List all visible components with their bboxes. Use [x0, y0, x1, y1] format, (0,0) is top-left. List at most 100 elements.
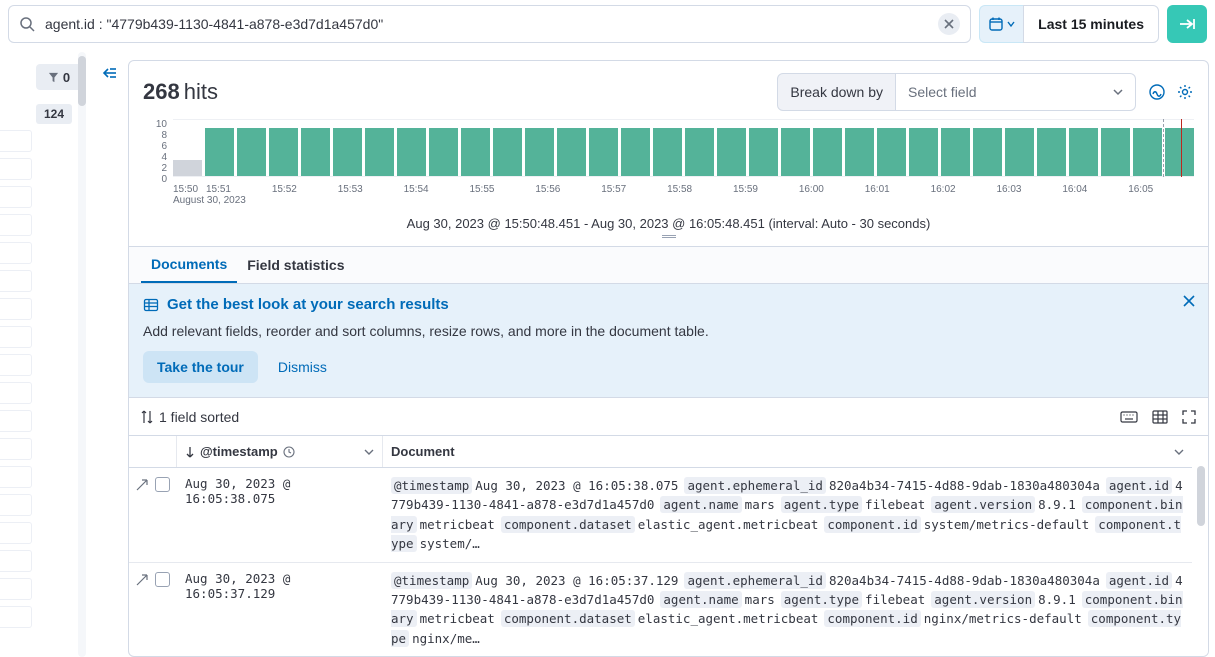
- field-key[interactable]: agent.type: [781, 496, 862, 513]
- field-item[interactable]: [0, 130, 32, 152]
- resize-handle[interactable]: [662, 235, 676, 240]
- histogram-bar[interactable]: [621, 128, 650, 176]
- breakdown-select[interactable]: Select field: [896, 73, 1136, 111]
- expand-row-button[interactable]: [135, 478, 149, 492]
- field-item[interactable]: [0, 382, 32, 404]
- close-callout-button[interactable]: [1182, 294, 1196, 308]
- settings-button[interactable]: [1176, 83, 1194, 101]
- take-tour-button[interactable]: Take the tour: [143, 351, 258, 383]
- field-item[interactable]: [0, 494, 32, 516]
- histogram-bar[interactable]: [173, 160, 202, 176]
- histogram-bar[interactable]: [557, 128, 586, 176]
- histogram-bar[interactable]: [1069, 128, 1098, 176]
- field-key[interactable]: agent.ephemeral_id: [684, 572, 825, 589]
- field-key[interactable]: agent.name: [660, 496, 741, 513]
- filter-chip[interactable]: 0: [36, 64, 82, 90]
- field-key[interactable]: component.id: [824, 516, 920, 533]
- field-item[interactable]: [0, 158, 32, 180]
- field-key[interactable]: component.id: [824, 610, 920, 627]
- histogram-bar[interactable]: [941, 128, 970, 176]
- field-key[interactable]: agent.name: [660, 591, 741, 608]
- field-item[interactable]: [0, 438, 32, 460]
- field-key[interactable]: component.dataset: [501, 516, 635, 533]
- field-item[interactable]: [0, 326, 32, 348]
- field-item[interactable]: [0, 466, 32, 488]
- histogram-bar[interactable]: [1037, 128, 1066, 176]
- expand-row-button[interactable]: [135, 573, 149, 587]
- field-item[interactable]: [0, 214, 32, 236]
- histogram-bar[interactable]: [237, 128, 266, 176]
- density-icon[interactable]: [1152, 410, 1168, 424]
- field-key[interactable]: agent.version: [931, 591, 1035, 608]
- histogram-bar[interactable]: [525, 128, 554, 176]
- sort-icon[interactable]: [141, 410, 153, 424]
- histogram-bar[interactable]: [301, 128, 330, 176]
- field-key[interactable]: agent.version: [931, 496, 1035, 513]
- column-document[interactable]: Document: [383, 436, 1192, 467]
- histogram-bar[interactable]: [269, 128, 298, 176]
- histogram-bar[interactable]: [973, 128, 1002, 176]
- histogram-bar[interactable]: [749, 128, 778, 176]
- field-item[interactable]: [0, 270, 32, 292]
- keyboard-icon[interactable]: [1120, 410, 1138, 424]
- histogram-bar[interactable]: [1005, 128, 1034, 176]
- row-checkbox[interactable]: [155, 572, 170, 587]
- sorted-label[interactable]: 1 field sorted: [159, 409, 239, 425]
- field-item[interactable]: [0, 550, 32, 572]
- field-key[interactable]: agent.id: [1106, 572, 1172, 589]
- field-item[interactable]: [0, 186, 32, 208]
- dismiss-link[interactable]: Dismiss: [278, 359, 327, 375]
- field-value: elastic_agent.metricbeat: [638, 611, 819, 626]
- histogram-bar[interactable]: [461, 128, 490, 176]
- field-item[interactable]: [0, 522, 32, 544]
- column-menu-icon[interactable]: [364, 447, 374, 457]
- field-key[interactable]: agent.type: [781, 591, 862, 608]
- histogram-bar[interactable]: [685, 128, 714, 176]
- histogram-bar[interactable]: [493, 128, 522, 176]
- field-item[interactable]: [0, 354, 32, 376]
- field-key[interactable]: component.dataset: [501, 610, 635, 627]
- sidebar-scrollbar[interactable]: [78, 52, 86, 657]
- field-item[interactable]: [0, 606, 32, 628]
- histogram-bar[interactable]: [397, 128, 426, 176]
- histogram-bar[interactable]: [1165, 128, 1194, 176]
- field-item[interactable]: [0, 298, 32, 320]
- field-item[interactable]: [0, 578, 32, 600]
- tab-documents[interactable]: Documents: [141, 247, 237, 283]
- histogram-bar[interactable]: [653, 128, 682, 176]
- refresh-button[interactable]: [1167, 5, 1207, 43]
- column-timestamp[interactable]: @timestamp: [177, 436, 383, 467]
- field-key[interactable]: agent.ephemeral_id: [684, 477, 825, 494]
- table-scrollbar[interactable]: [1194, 436, 1208, 656]
- histogram-bar[interactable]: [781, 128, 810, 176]
- field-item[interactable]: [0, 242, 32, 264]
- histogram-bar[interactable]: [333, 128, 362, 176]
- histogram-bar[interactable]: [877, 128, 906, 176]
- clear-query-button[interactable]: [938, 13, 960, 35]
- histogram-bar[interactable]: [717, 128, 746, 176]
- histogram-chart[interactable]: 1086420 15:5015:5115:5215:5315:5415:5515…: [143, 119, 1194, 193]
- row-checkbox[interactable]: [155, 477, 170, 492]
- histogram-bar[interactable]: [205, 128, 234, 176]
- time-range-label[interactable]: Last 15 minutes: [1023, 5, 1159, 43]
- histogram-bar[interactable]: [589, 128, 618, 176]
- histogram-bar[interactable]: [1101, 128, 1130, 176]
- field-key[interactable]: @timestamp: [391, 572, 472, 589]
- histogram-bar[interactable]: [813, 128, 842, 176]
- field-key[interactable]: agent.id: [1106, 477, 1172, 494]
- field-item[interactable]: [0, 410, 32, 432]
- date-picker-button[interactable]: [979, 5, 1023, 43]
- column-menu-icon[interactable]: [1174, 447, 1184, 457]
- collapse-sidebar-button[interactable]: [100, 66, 118, 80]
- histogram-bar[interactable]: [1133, 128, 1162, 176]
- histogram-bar[interactable]: [845, 128, 874, 176]
- fullscreen-icon[interactable]: [1182, 410, 1196, 424]
- histogram-bar[interactable]: [909, 128, 938, 176]
- chart-options-button[interactable]: [1148, 83, 1166, 101]
- field-key[interactable]: @timestamp: [391, 477, 472, 494]
- query-text[interactable]: agent.id : "4779b439-1130-4841-a878-e3d7…: [45, 16, 928, 32]
- query-input-container[interactable]: agent.id : "4779b439-1130-4841-a878-e3d7…: [8, 5, 971, 43]
- histogram-bar[interactable]: [365, 128, 394, 176]
- tab-field-statistics[interactable]: Field statistics: [237, 247, 354, 283]
- histogram-bar[interactable]: [429, 128, 458, 176]
